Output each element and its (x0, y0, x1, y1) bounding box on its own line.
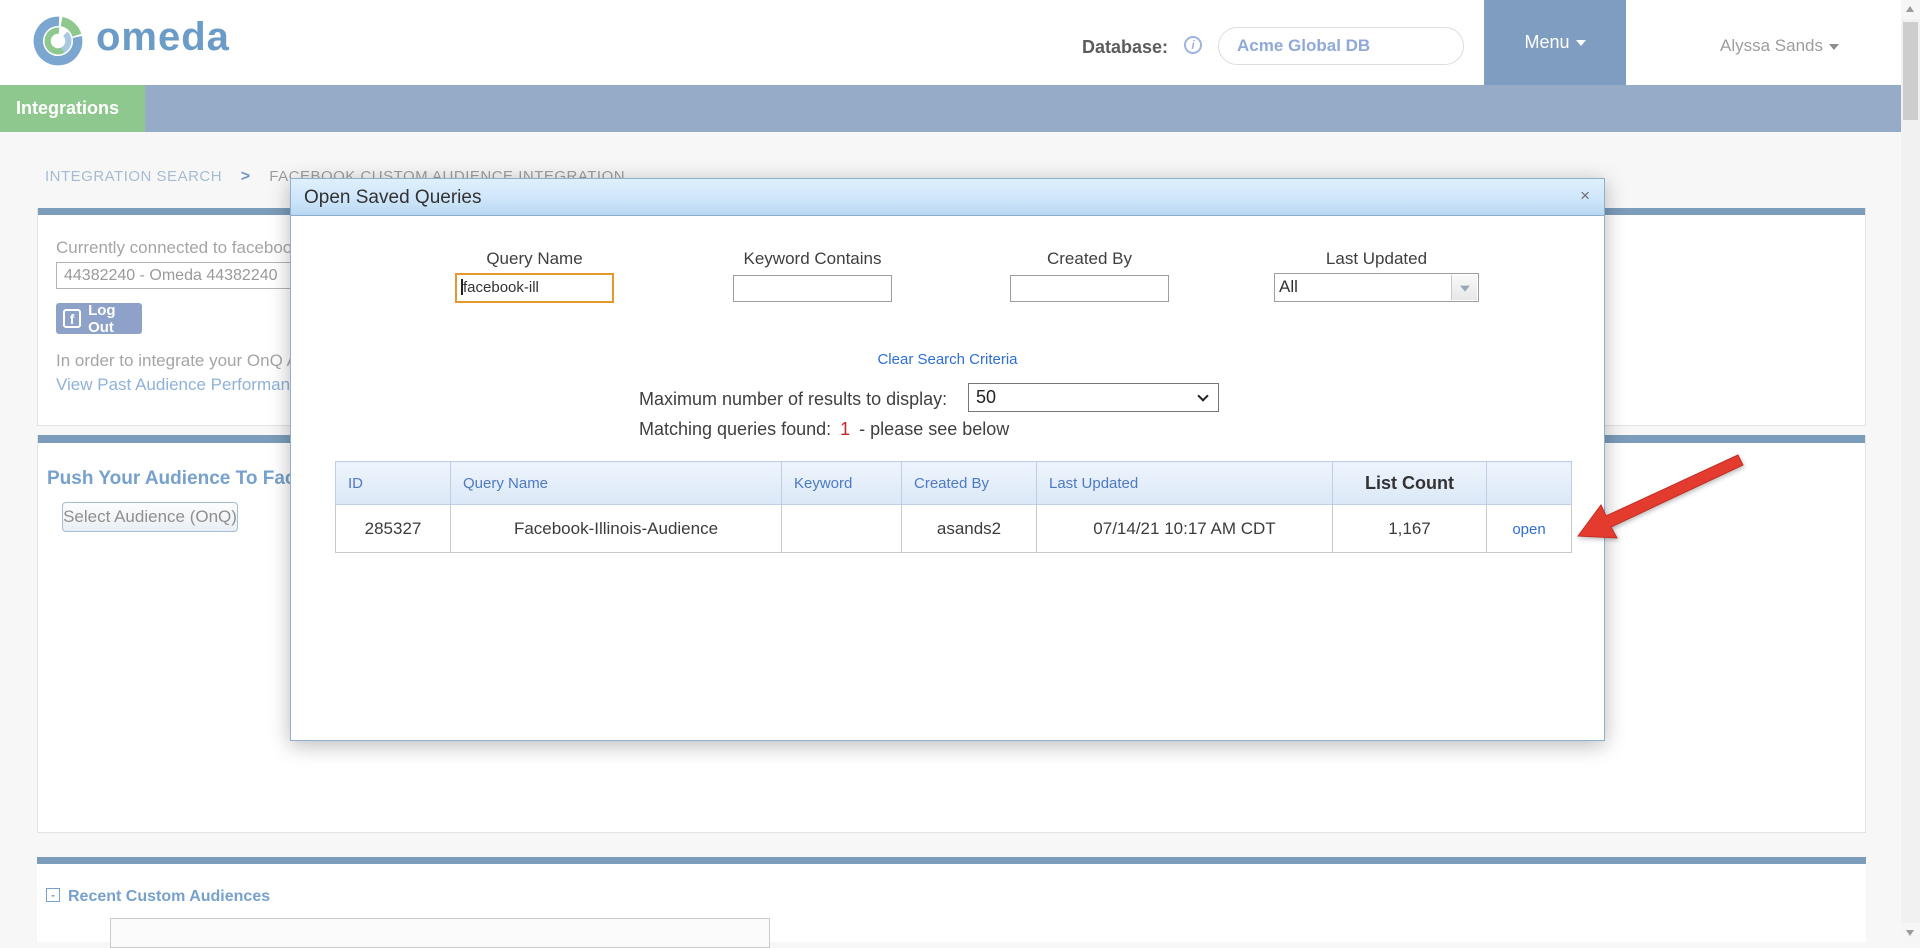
facebook-logout-button[interactable]: f Log Out (56, 303, 142, 334)
select-audience-button[interactable]: Select Audience (OnQ) (62, 502, 238, 532)
last-updated-dropdown-button[interactable] (1451, 275, 1477, 300)
scrollbar-thumb[interactable] (1903, 22, 1918, 120)
scroll-up-icon (1906, 6, 1914, 12)
matching-suffix: - please see below (859, 419, 1009, 439)
recent-audiences-section: - Recent Custom Audiences (37, 857, 1866, 942)
facebook-icon: f (63, 309, 81, 328)
select-chevron-icon (1197, 390, 1208, 401)
open-query-link[interactable]: open (1512, 521, 1545, 538)
max-results-value: 50 (976, 387, 996, 407)
nav-bar: Integrations (0, 85, 1901, 132)
omeda-logo-icon (30, 13, 86, 69)
cell-list-count: 1,167 (1333, 505, 1487, 553)
breadcrumb-root-link[interactable]: INTEGRATION SEARCH (45, 168, 222, 185)
last-updated-select[interactable]: All (1274, 273, 1479, 302)
open-saved-queries-dialog: Open Saved Queries × Query Name Keyword … (290, 178, 1605, 741)
database-label: Database: (1082, 37, 1168, 58)
section-divider-bar (37, 857, 1866, 864)
col-list-count: List Count (1333, 462, 1487, 505)
max-results-label: Maximum number of results to display: (639, 389, 947, 410)
close-icon[interactable]: × (1580, 186, 1590, 206)
col-created-by: Created By (902, 462, 1037, 505)
query-name-value: facebook-ill (463, 279, 539, 296)
matching-count: 1 (836, 419, 854, 439)
max-results-select[interactable]: 50 (968, 383, 1219, 412)
view-past-performance-link[interactable]: View Past Audience Performance (56, 375, 308, 394)
query-name-label: Query Name (455, 249, 614, 269)
integration-note-text: In order to integrate your OnQ Audie (56, 351, 330, 371)
col-id: ID (336, 462, 451, 505)
created-by-input[interactable] (1010, 275, 1169, 302)
dialog-header[interactable]: Open Saved Queries × (291, 179, 1604, 216)
brand-name: omeda (96, 15, 230, 60)
user-caret-icon (1829, 44, 1839, 50)
database-selector[interactable]: Acme Global DB (1218, 27, 1464, 65)
table-row: 285327 Facebook-Illinois-Audience asands… (336, 505, 1572, 553)
cell-last-updated: 07/14/21 10:17 AM CDT (1037, 505, 1333, 553)
app-header: omeda Database: i Acme Global DB Menu Al… (0, 0, 1901, 85)
last-updated-value: All (1279, 277, 1298, 296)
keyword-contains-label: Keyword Contains (733, 249, 892, 269)
recent-audiences-table-sliver (110, 918, 770, 948)
collapse-toggle[interactable]: - (46, 888, 60, 902)
logout-label: Log Out (88, 302, 142, 336)
saved-queries-table: ID Query Name Keyword Created By Last Up… (335, 461, 1572, 553)
user-menu[interactable]: Alyssa Sands (1720, 36, 1839, 56)
matching-queries-line: Matching queries found: 1 - please see b… (639, 419, 1009, 440)
table-header-row: ID Query Name Keyword Created By Last Up… (336, 462, 1572, 505)
scrollbar[interactable] (1901, 0, 1920, 942)
col-last-updated: Last Updated (1037, 462, 1333, 505)
cell-created-by: asands2 (902, 505, 1037, 553)
col-keyword: Keyword (782, 462, 902, 505)
col-query-name: Query Name (451, 462, 782, 505)
menu-label: Menu (1524, 32, 1569, 52)
breadcrumb-separator: > (241, 168, 251, 185)
user-name: Alyssa Sands (1720, 36, 1823, 55)
menu-caret-icon (1576, 40, 1586, 46)
matching-label: Matching queries found: (639, 419, 831, 439)
dropdown-arrow-icon (1460, 285, 1470, 291)
query-name-input[interactable]: facebook-ill (455, 273, 614, 303)
last-updated-label: Last Updated (1274, 249, 1479, 269)
info-icon[interactable]: i (1184, 36, 1202, 54)
clear-search-criteria-link[interactable]: Clear Search Criteria (291, 351, 1604, 368)
col-actions (1487, 462, 1572, 505)
recent-audiences-title: Recent Custom Audiences (68, 888, 270, 906)
cell-keyword (782, 505, 902, 553)
menu-button[interactable]: Menu (1484, 0, 1626, 85)
scroll-down-icon (1906, 930, 1914, 936)
scroll-down-button[interactable] (1901, 923, 1920, 942)
tab-integrations[interactable]: Integrations (0, 85, 145, 132)
created-by-label: Created By (1010, 249, 1169, 269)
cell-id: 285327 (336, 505, 451, 553)
dialog-title: Open Saved Queries (291, 179, 1604, 216)
cell-query-name: Facebook-Illinois-Audience (451, 505, 782, 553)
keyword-contains-input[interactable] (733, 275, 892, 302)
scroll-up-button[interactable] (1901, 0, 1920, 19)
avatar[interactable] (1664, 21, 1706, 63)
